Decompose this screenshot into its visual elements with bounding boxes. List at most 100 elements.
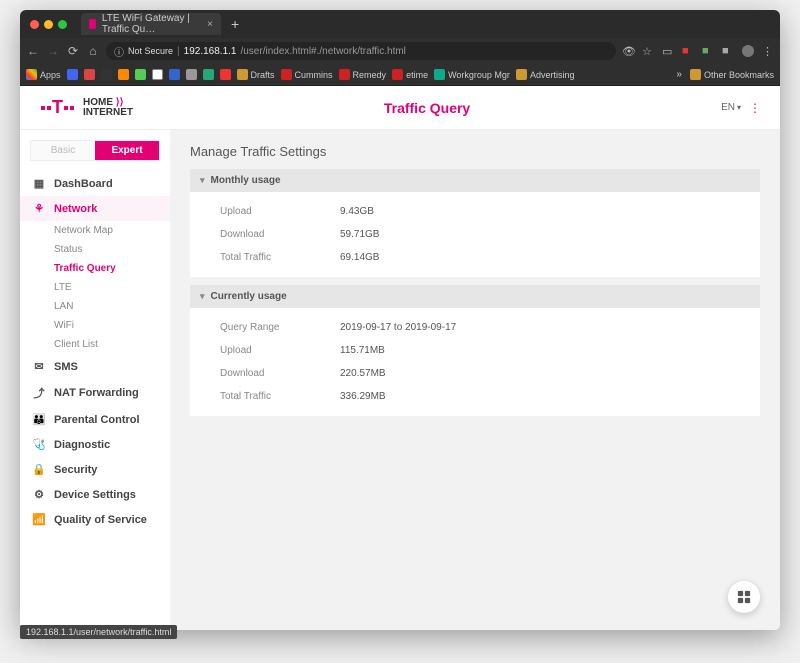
ext1-icon[interactable]: ■	[682, 45, 694, 57]
home-button[interactable]: ⌂	[86, 44, 100, 58]
bookmark-icon[interactable]	[186, 69, 197, 80]
menu-icon[interactable]: ⋮	[762, 45, 774, 57]
sidebar-item-parental[interactable]: 👪 Parental Control	[20, 407, 170, 432]
sidebar-sub-status[interactable]: Status	[20, 240, 170, 259]
brand-logo[interactable]: T HOME ⟩⟩ INTERNET	[40, 97, 133, 118]
tab-title: LTE WiFi Gateway | Traffic Qu…	[102, 13, 201, 35]
bookmark-icon	[392, 69, 403, 80]
row-value: 9.43GB	[340, 206, 374, 217]
sidebar-item-label: Parental Control	[54, 414, 140, 426]
bookmark-workgroup[interactable]: Workgroup Mgr	[434, 69, 510, 80]
browser-tab[interactable]: LTE WiFi Gateway | Traffic Qu… ×	[81, 13, 221, 35]
bookmark-label: Workgroup Mgr	[448, 70, 510, 80]
table-row: Upload 115.71MB	[190, 339, 760, 362]
eye-icon[interactable]: 👁	[622, 45, 634, 57]
row-value: 115.71MB	[340, 345, 385, 356]
sidebar-item-label: Security	[54, 464, 97, 476]
row-label: Total Traffic	[220, 252, 340, 263]
ext3-icon[interactable]: ■	[722, 45, 734, 57]
brand-line2: INTERNET	[83, 108, 133, 118]
apps-button[interactable]: Apps	[26, 69, 61, 80]
sidebar-item-nat[interactable]: ⤴ NAT Forwarding	[20, 379, 170, 407]
bookmark-icon[interactable]	[101, 69, 112, 80]
more-menu-button[interactable]: ⋮	[749, 101, 760, 115]
status-bar: 192.168.1.1/user/network/traffic.html	[20, 625, 177, 639]
url-field[interactable]: ⓘ Not Secure | 192.168.1.1 /user/index.h…	[106, 42, 616, 60]
bookmark-icon[interactable]	[118, 69, 129, 80]
bookmark-icon[interactable]	[67, 69, 78, 80]
tab-close-icon[interactable]: ×	[207, 19, 213, 30]
sidebar-item-label: NAT Forwarding	[54, 387, 139, 399]
chevron-down-icon: ▾	[200, 291, 205, 302]
bookmark-icon[interactable]	[152, 69, 163, 80]
bookmark-cummins[interactable]: Cummins	[281, 69, 333, 80]
panel-currently: ▾ Currently usage Query Range 2019-09-17…	[190, 285, 760, 416]
bookmark-icon	[339, 69, 350, 80]
gear-icon: ⚙	[32, 488, 46, 501]
sidebar-item-device-settings[interactable]: ⚙ Device Settings	[20, 482, 170, 507]
sidebar-sub-wifi[interactable]: WiFi	[20, 316, 170, 335]
sidebar-item-qos[interactable]: 📶 Quality of Service	[20, 507, 170, 532]
table-row: Upload 9.43GB	[190, 200, 760, 223]
sidebar-item-diagnostic[interactable]: 🩺 Diagnostic	[20, 432, 170, 457]
page-title: Traffic Query	[133, 100, 721, 116]
bookmark-icon[interactable]	[84, 69, 95, 80]
sidebar-item-sms[interactable]: ✉ SMS	[20, 354, 170, 379]
bookmark-etime[interactable]: etime	[392, 69, 428, 80]
back-button[interactable]: ←	[26, 44, 40, 58]
forward-button[interactable]: →	[46, 44, 60, 58]
bookmark-icon[interactable]	[135, 69, 146, 80]
star-icon[interactable]: ☆	[642, 45, 654, 57]
bookmark-icon[interactable]	[220, 69, 231, 80]
bookmark-icon[interactable]	[203, 69, 214, 80]
grid-icon: ▦	[32, 177, 46, 190]
panel-title: Monthly usage	[211, 175, 281, 186]
ext2-icon[interactable]: ■	[702, 45, 714, 57]
other-bookmarks-button[interactable]: Other Bookmarks	[690, 69, 774, 80]
language-selector[interactable]: EN ▾	[721, 102, 741, 113]
profile-icon[interactable]	[742, 45, 754, 57]
minimize-window-icon[interactable]	[44, 20, 53, 29]
bookmark-drafts[interactable]: Drafts	[237, 69, 275, 80]
close-window-icon[interactable]	[30, 20, 39, 29]
share-icon: ⤴	[32, 385, 46, 401]
fab-grid-button[interactable]	[728, 581, 760, 613]
page-body: Basic Expert ▦ DashBoard ⚘ Network Netwo…	[20, 130, 780, 630]
reload-button[interactable]: ⟳	[66, 44, 80, 58]
table-row: Total Traffic 69.14GB	[190, 246, 760, 269]
cast-icon[interactable]: ▭	[662, 45, 674, 57]
bookmark-overflow-icon[interactable]: »	[674, 69, 684, 80]
sidebar-item-network[interactable]: ⚘ Network	[20, 196, 170, 221]
sidebar-sub-client-list[interactable]: Client List	[20, 335, 170, 354]
row-label: Download	[220, 368, 340, 379]
section-title: Manage Traffic Settings	[190, 144, 760, 159]
brand-line1: HOME	[83, 97, 113, 108]
sidebar-item-label: Network	[54, 203, 97, 215]
bookmark-icon[interactable]	[169, 69, 180, 80]
qos-icon: 📶	[32, 513, 46, 526]
panel-header-monthly[interactable]: ▾ Monthly usage	[190, 169, 760, 192]
bookmark-bar: Apps Drafts Cummins Remedy etime Wo	[20, 64, 780, 86]
sidebar-sub-lte[interactable]: LTE	[20, 278, 170, 297]
address-bar: ← → ⟳ ⌂ ⓘ Not Secure | 192.168.1.1 /user…	[20, 38, 780, 64]
mode-basic-tab[interactable]: Basic	[31, 141, 95, 160]
sidebar-sub-traffic-query[interactable]: Traffic Query	[20, 259, 170, 278]
maximize-window-icon[interactable]	[58, 20, 67, 29]
sidebar-item-security[interactable]: 🔒 Security	[20, 457, 170, 482]
bookmark-remedy[interactable]: Remedy	[339, 69, 387, 80]
panel-body: Upload 9.43GB Download 59.71GB Total Tra…	[190, 192, 760, 277]
chevron-down-icon: ▾	[200, 175, 205, 186]
new-tab-button[interactable]: +	[225, 16, 245, 32]
bookmark-advertising[interactable]: Advertising	[516, 69, 575, 80]
mode-expert-tab[interactable]: Expert	[95, 141, 159, 160]
lock-icon: 🔒	[32, 463, 46, 476]
panel-title: Currently usage	[211, 291, 287, 302]
sidebar-item-label: Device Settings	[54, 489, 136, 501]
sidebar-sub-network-map[interactable]: Network Map	[20, 221, 170, 240]
brand-text: HOME ⟩⟩ INTERNET	[83, 98, 133, 118]
chevron-down-icon: ▾	[737, 103, 741, 112]
sidebar-sub-lan[interactable]: LAN	[20, 297, 170, 316]
sidebar-item-dashboard[interactable]: ▦ DashBoard	[20, 171, 170, 196]
mode-toggle: Basic Expert	[30, 140, 160, 161]
panel-header-currently[interactable]: ▾ Currently usage	[190, 285, 760, 308]
